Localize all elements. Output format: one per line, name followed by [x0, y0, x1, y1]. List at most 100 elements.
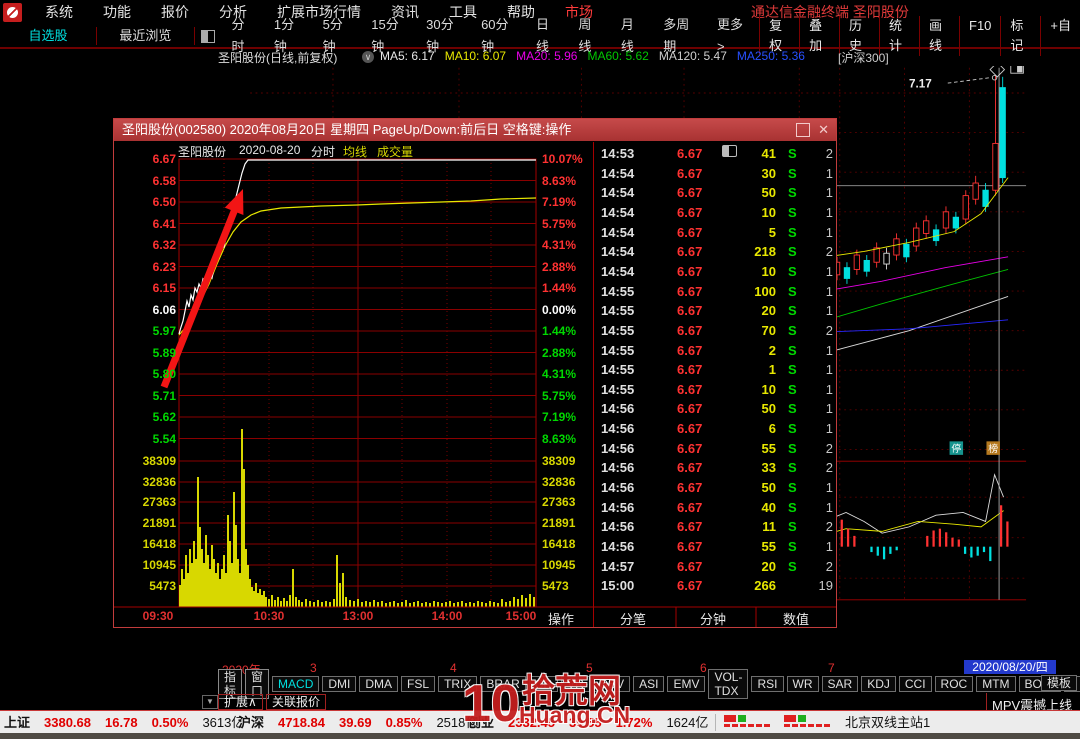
- ma-values: MA5: 6.17 MA10: 6.07 MA20: 5.96 MA60: 5.62 M…: [380, 49, 805, 63]
- index-quote-上证[interactable]: 上证 3380.68 16.78 0.50% 3613亿: [4, 711, 244, 734]
- trade-volume: 6: [768, 421, 776, 437]
- indicator-tab-MTM[interactable]: MTM: [976, 675, 1016, 692]
- price-axis-label: 6.23: [152, 259, 176, 274]
- indicator-tab-SAR[interactable]: SAR: [821, 675, 859, 692]
- percent-axis-label: 2.88%: [542, 345, 577, 360]
- percent-axis-label: 0.00%: [542, 302, 577, 317]
- ma-value: MA120: 5.47: [658, 49, 727, 63]
- trade-row[interactable]: 14:56 6.67 6 S 1: [595, 421, 838, 440]
- server-name[interactable]: 北京双线主站1: [845, 711, 930, 734]
- trade-row[interactable]: 14:56 6.67 50 S 1: [595, 480, 838, 499]
- volume-axis-label: 27363: [142, 495, 176, 509]
- popup-tab-分笔[interactable]: 分笔: [620, 609, 646, 628]
- trade-price: 6.67: [677, 539, 703, 554]
- index-quote-创业[interactable]: 创业 2332.45 39.55 1.72% 1624亿: [468, 711, 708, 734]
- avg-line-legend[interactable]: 均线: [343, 143, 367, 160]
- indicator-tab-ASI[interactable]: ASI: [633, 675, 665, 692]
- trade-price: 6.67: [677, 440, 703, 456]
- layout-panel-icon[interactable]: [200, 29, 216, 43]
- trade-price: 6.67: [677, 244, 703, 260]
- trade-row[interactable]: 14:54 6.67 5 S 1: [595, 225, 838, 244]
- trade-price: 6.67: [677, 558, 703, 574]
- indicator-tab-DMA[interactable]: DMA: [359, 675, 399, 692]
- percent-axis-label: 5.75%: [542, 388, 577, 403]
- trade-row[interactable]: 14:54 6.67 10 S 1: [595, 264, 838, 283]
- trade-row[interactable]: 14:54 6.67 30 S 1: [595, 166, 838, 185]
- menu-item-系统[interactable]: 系统: [30, 0, 88, 25]
- volume-axis-label: 21891: [542, 516, 576, 530]
- popup-tab-分钟[interactable]: 分钟: [700, 609, 726, 628]
- trade-row[interactable]: 14:55 6.67 1 S 1: [595, 362, 838, 381]
- price-axis-label: 6.67: [152, 152, 176, 166]
- price-axis-label: 6.50: [152, 195, 176, 209]
- trade-row[interactable]: 14:56 6.67 55 S 2: [595, 441, 838, 460]
- tab-recent[interactable]: 最近浏览: [97, 25, 194, 47]
- indicator-tab-KDJ[interactable]: KDJ: [861, 675, 896, 692]
- trade-volume: 266: [754, 578, 776, 594]
- trade-side-flag: S: [788, 460, 797, 476]
- trade-price: 6.67: [677, 519, 703, 535]
- tdx-logo-icon: [3, 3, 22, 22]
- chevron-down-icon[interactable]: ∨: [362, 51, 374, 63]
- index-quote-沪深[interactable]: 沪深 4718.84 39.69 0.85% 2518亿: [238, 711, 478, 734]
- trade-side-flag: S: [788, 185, 797, 201]
- trade-time: 14:54: [601, 185, 635, 201]
- trade-volume: 55: [761, 440, 776, 456]
- indicator-tab-EMV[interactable]: EMV: [667, 675, 706, 692]
- trade-row[interactable]: 14:57 6.67 20 S 2: [595, 559, 838, 578]
- indicator-tab-MACD[interactable]: MACD: [272, 675, 320, 692]
- maximize-icon[interactable]: [796, 123, 810, 137]
- close-icon[interactable]: ✕: [818, 122, 829, 137]
- trade-row[interactable]: 14:55 6.67 2 S 1: [595, 343, 838, 362]
- axis-month-tick: 4: [450, 661, 457, 675]
- volume-axis-label: 5473: [149, 579, 176, 593]
- trade-row[interactable]: 15:00 6.67 266 19: [595, 578, 838, 597]
- indicator-tab-OBV[interactable]: OBV: [592, 675, 631, 692]
- index-pct: 1.72%: [615, 715, 653, 730]
- menu-item-功能[interactable]: 功能: [88, 0, 146, 25]
- trade-row[interactable]: 14:54 6.67 218 S 2: [595, 244, 838, 263]
- trade-count: 1: [825, 204, 833, 220]
- collapse-dropdown-icon[interactable]: ▼: [202, 695, 218, 709]
- trade-row[interactable]: 14:56 6.67 50 S 1: [595, 401, 838, 420]
- trade-row[interactable]: 14:56 6.67 40 S 1: [595, 500, 838, 519]
- indicator-tab-DMI[interactable]: DMI: [322, 675, 357, 692]
- trade-row[interactable]: 14:56 6.67 33 S 2: [595, 460, 838, 479]
- trade-count: 1: [825, 342, 833, 358]
- linked-quote-button[interactable]: 关联报价: [266, 694, 327, 710]
- trade-row[interactable]: 14:55 6.67 70 S 2: [595, 323, 838, 342]
- trade-row[interactable]: 14:53 6.67 41 S 2: [595, 146, 838, 165]
- indicator-tab-BRAR[interactable]: BRAR: [480, 675, 526, 692]
- month-axis: 2020年 34567 2020/08/20/四: [0, 660, 1080, 677]
- trade-count: 1: [825, 381, 833, 397]
- template-button[interactable]: 模板: [1040, 675, 1077, 691]
- indicator-tab-CR[interactable]: CR: [528, 675, 559, 692]
- trade-row[interactable]: 14:56 6.67 11 S 2: [595, 519, 838, 538]
- trade-row[interactable]: 14:55 6.67 10 S 1: [595, 382, 838, 401]
- trade-volume: 40: [761, 499, 776, 515]
- trade-volume: 20: [761, 558, 776, 574]
- indicator-tab-VR[interactable]: VR: [561, 675, 590, 692]
- trade-row[interactable]: 14:55 6.67 20 S 1: [595, 303, 838, 322]
- trade-row[interactable]: 14:55 6.67 100 S 1: [595, 284, 838, 303]
- trade-row[interactable]: 14:54 6.67 50 S 1: [595, 185, 838, 204]
- percent-axis-label: 2.88%: [542, 259, 577, 274]
- expand-button[interactable]: 扩展∧: [218, 694, 263, 710]
- indicator-tab-FSL[interactable]: FSL: [401, 675, 436, 692]
- popup-mode-label[interactable]: 分时: [311, 143, 335, 160]
- indicator-tab-ROC[interactable]: ROC: [934, 675, 974, 692]
- popup-tab-操作[interactable]: 操作: [548, 609, 574, 628]
- network-signal-indicator: [724, 715, 774, 729]
- indicator-tab-TRIX[interactable]: TRIX: [438, 675, 478, 692]
- popup-tab-数值[interactable]: 数值: [783, 609, 809, 628]
- indicator-tab-RSI[interactable]: RSI: [751, 675, 784, 692]
- volume-legend[interactable]: 成交量: [377, 143, 413, 160]
- popup-title-bar[interactable]: 圣阳股份(002580) 2020年08月20日 星期四 PageUp/Down…: [114, 119, 836, 141]
- menu-item-报价[interactable]: 报价: [146, 0, 204, 25]
- trade-row[interactable]: 14:56 6.67 55 S 1: [595, 539, 838, 558]
- indicator-tab-CCI[interactable]: CCI: [898, 675, 932, 692]
- trade-row[interactable]: 14:54 6.67 10 S 1: [595, 205, 838, 224]
- window-bottom-edge: [0, 733, 1080, 739]
- indicator-tab-WR[interactable]: WR: [786, 675, 819, 692]
- tab-watchlist[interactable]: 自选股: [0, 25, 96, 47]
